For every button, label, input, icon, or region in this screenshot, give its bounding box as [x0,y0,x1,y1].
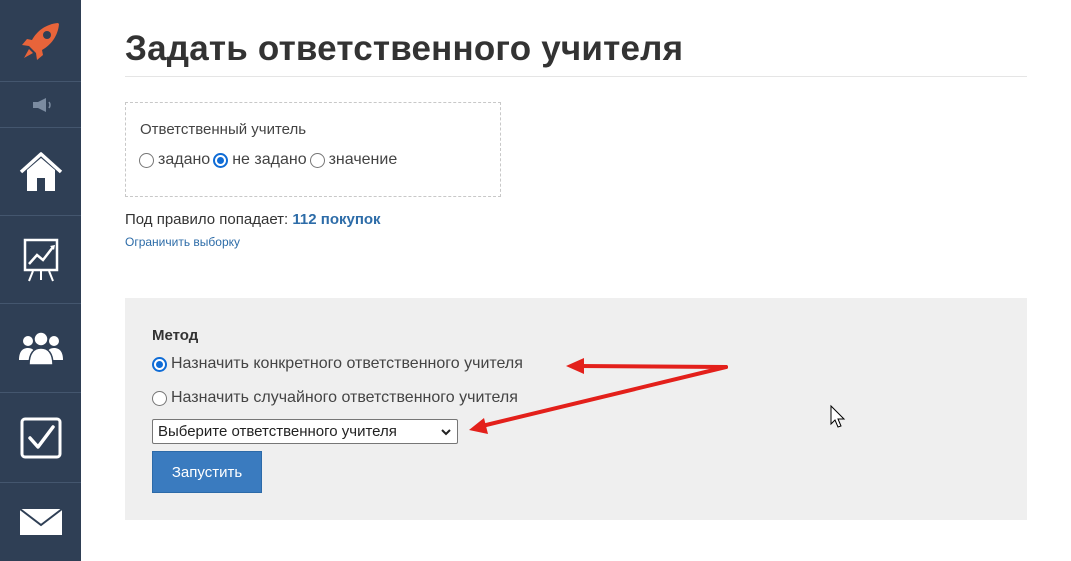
radio-set[interactable] [139,152,154,168]
page-title: Задать ответственного учителя [125,29,684,68]
teacher-filter-box: Ответственный учитель задано не задано з… [125,102,501,197]
chevron-down-icon [441,429,451,436]
method-title: Метод [152,327,199,344]
sidebar-item-mail[interactable] [0,483,81,561]
sidebar-item-users[interactable] [0,304,81,393]
radio-random[interactable] [152,390,167,406]
rule-summary: Под правило попадает: 112 покупок [125,211,381,228]
filter-option-set-label: задано [158,151,211,168]
megaphone-icon [32,97,51,112]
sidebar-item-logo[interactable] [0,0,81,82]
teacher-select-value: Выберите ответственного учителя [158,423,397,440]
filter-label: Ответственный учитель [140,121,307,138]
method-option-random-label: Назначить случайного ответственного учит… [171,389,518,406]
users-icon [18,331,63,366]
sidebar-item-reports[interactable] [0,216,81,304]
rocket-icon [21,22,59,60]
method-option-specific-label: Назначить конкретного ответственного учи… [171,355,523,372]
rule-count-link[interactable]: 112 покупок [292,211,380,228]
teacher-select[interactable]: Выберите ответственного учителя [152,419,458,444]
radio-specific[interactable] [152,356,167,372]
run-button[interactable]: Запустить [152,451,262,493]
chart-icon [23,238,58,281]
method-option-specific[interactable]: Назначить конкретного ответственного учи… [152,355,523,373]
filter-option-not-set[interactable]: не задано [213,151,309,169]
sidebar [0,0,81,561]
sidebar-item-tasks[interactable] [0,393,81,483]
method-panel: Метод Назначить конкретного ответственно… [125,298,1027,520]
filter-option-set[interactable]: задано [139,151,213,169]
mail-icon [18,508,63,535]
filter-option-value-label: значение [328,151,398,168]
radio-value[interactable] [309,152,325,168]
sidebar-item-home[interactable] [0,128,81,216]
sidebar-item-announcements[interactable] [0,82,81,128]
filter-options: задано не задано значение [139,151,400,169]
checkbox-icon [20,417,61,458]
filter-option-not-set-label: не задано [232,151,307,168]
title-divider [125,76,1027,77]
radio-not-set[interactable] [213,152,229,168]
method-option-random[interactable]: Назначить случайного ответственного учит… [152,389,518,407]
home-icon [19,151,62,191]
rule-summary-prefix: Под правило попадает: [125,211,289,228]
filter-option-value[interactable]: значение [309,151,401,169]
limit-selection-link[interactable]: Ограничить выборку [125,235,240,249]
